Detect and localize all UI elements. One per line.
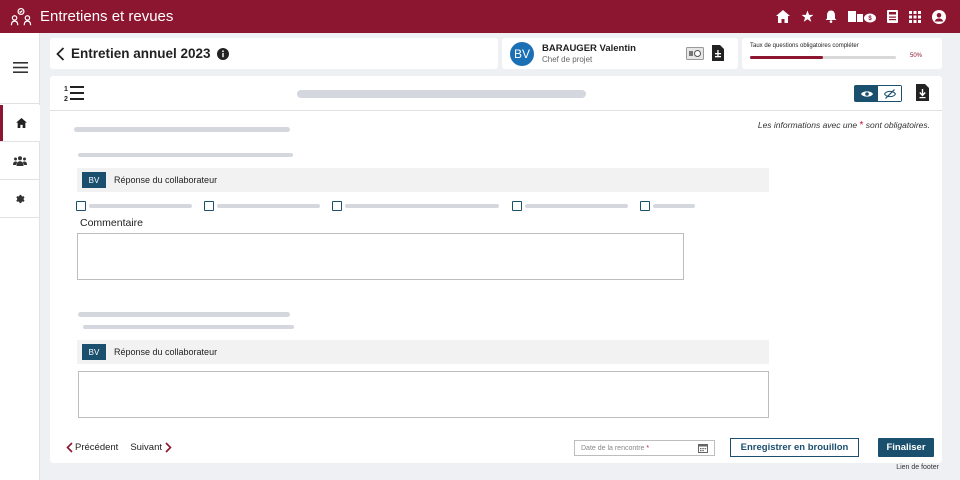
chevron-right-icon bbox=[165, 442, 172, 453]
save-draft-button[interactable]: Enregistrer en brouillon bbox=[730, 438, 859, 457]
option-checkbox[interactable] bbox=[512, 201, 522, 211]
option-checkbox[interactable] bbox=[640, 201, 650, 211]
visibility-toggle[interactable] bbox=[854, 85, 902, 102]
review-form-card: 12 Les informations avec une * sont obli… bbox=[50, 76, 942, 463]
skeleton-option bbox=[525, 204, 628, 208]
svg-text:1: 1 bbox=[64, 86, 68, 93]
progress-percent: 50% bbox=[910, 53, 923, 59]
finalize-button[interactable]: Finaliser bbox=[878, 438, 934, 457]
hamburger-icon bbox=[12, 61, 28, 73]
svg-text:2: 2 bbox=[64, 96, 68, 103]
download-document-icon[interactable] bbox=[916, 84, 929, 101]
response-header: BV Réponse du collaborateur bbox=[77, 168, 769, 192]
home-icon bbox=[16, 118, 27, 128]
home-icon[interactable] bbox=[776, 10, 790, 23]
next-link[interactable]: Suivant bbox=[130, 442, 172, 453]
top-bar: Entretiens et revues $ bbox=[0, 0, 960, 33]
progress-fill bbox=[750, 56, 823, 59]
skeleton-section-title bbox=[74, 127, 290, 132]
response-header: BV Réponse du collaborateur bbox=[77, 340, 769, 364]
form-toolbar: 12 bbox=[50, 76, 942, 111]
gear-icon bbox=[16, 194, 25, 204]
collaborator-tag: BV bbox=[82, 172, 106, 188]
review-title: Entretien annuel 2023 bbox=[71, 46, 211, 61]
review-title-card: Entretien annuel 2023 bbox=[50, 38, 498, 69]
skeleton-option bbox=[89, 204, 192, 208]
document-icon[interactable] bbox=[712, 45, 724, 61]
app-title: Entretiens et revues bbox=[40, 8, 174, 25]
skeleton-section-title bbox=[78, 312, 290, 317]
user-name: BARAUGER Valentin bbox=[542, 43, 636, 54]
avatar: BV bbox=[510, 41, 534, 66]
bell-icon[interactable] bbox=[825, 10, 837, 23]
calendar-icon[interactable] bbox=[698, 443, 708, 453]
sidebar bbox=[0, 33, 40, 480]
mandatory-notice: Les informations avec une * sont obligat… bbox=[757, 120, 930, 131]
sidebar-menu-toggle[interactable] bbox=[0, 55, 40, 79]
comment-label: Commentaire bbox=[80, 217, 144, 229]
previous-link[interactable]: Précédent bbox=[66, 442, 118, 453]
response-label: Réponse du collaborateur bbox=[114, 175, 218, 185]
sidebar-item-home[interactable] bbox=[0, 105, 40, 141]
account-icon[interactable] bbox=[932, 9, 946, 24]
collaborator-tag: BV bbox=[82, 344, 106, 360]
user-card: BV BARAUGER Valentin Chef de projet bbox=[502, 38, 738, 69]
people-review-logo-icon bbox=[10, 7, 32, 25]
comment-textarea[interactable] bbox=[77, 233, 684, 280]
chevron-left-icon bbox=[66, 442, 73, 453]
response-label: Réponse du collaborateur bbox=[114, 347, 218, 357]
eye-slash-icon bbox=[883, 88, 896, 99]
sidebar-item-settings[interactable] bbox=[0, 181, 40, 217]
option-checkbox[interactable] bbox=[204, 201, 214, 211]
eye-icon bbox=[860, 90, 873, 97]
profile-card-icon[interactable] bbox=[686, 47, 704, 60]
info-icon[interactable] bbox=[216, 47, 229, 60]
option-checkbox[interactable] bbox=[332, 201, 342, 211]
skeleton-option bbox=[345, 204, 499, 208]
response-textarea[interactable] bbox=[78, 371, 769, 418]
skeleton-option bbox=[653, 204, 695, 208]
grid-icon[interactable] bbox=[909, 10, 921, 23]
show-button[interactable] bbox=[855, 86, 879, 101]
hide-button[interactable] bbox=[878, 86, 901, 101]
footer-link[interactable]: Lien de footer bbox=[896, 464, 939, 471]
mandatory-progress-card: Taux de questions obligatoires compléter… bbox=[742, 38, 942, 69]
chevron-left-icon[interactable] bbox=[56, 46, 65, 61]
org-badge-icon[interactable]: $ bbox=[848, 10, 876, 23]
skeleton-question bbox=[78, 153, 293, 157]
team-icon bbox=[13, 156, 27, 166]
meeting-date-field[interactable]: Date de la rencontre * bbox=[574, 440, 715, 456]
sidebar-item-team[interactable] bbox=[0, 143, 40, 179]
numbered-list-icon[interactable]: 12 bbox=[64, 84, 84, 103]
star-icon[interactable] bbox=[801, 10, 814, 23]
skeleton-option bbox=[217, 204, 320, 208]
progress-track bbox=[750, 56, 896, 59]
skeleton-question bbox=[83, 325, 294, 329]
skeleton-title bbox=[297, 90, 586, 98]
user-role: Chef de projet bbox=[542, 55, 593, 64]
progress-label: Taux de questions obligatoires compléter bbox=[750, 43, 859, 49]
option-checkbox[interactable] bbox=[76, 201, 86, 211]
calculator-icon[interactable] bbox=[887, 10, 898, 23]
pagination: Précédent Suivant bbox=[66, 442, 172, 453]
